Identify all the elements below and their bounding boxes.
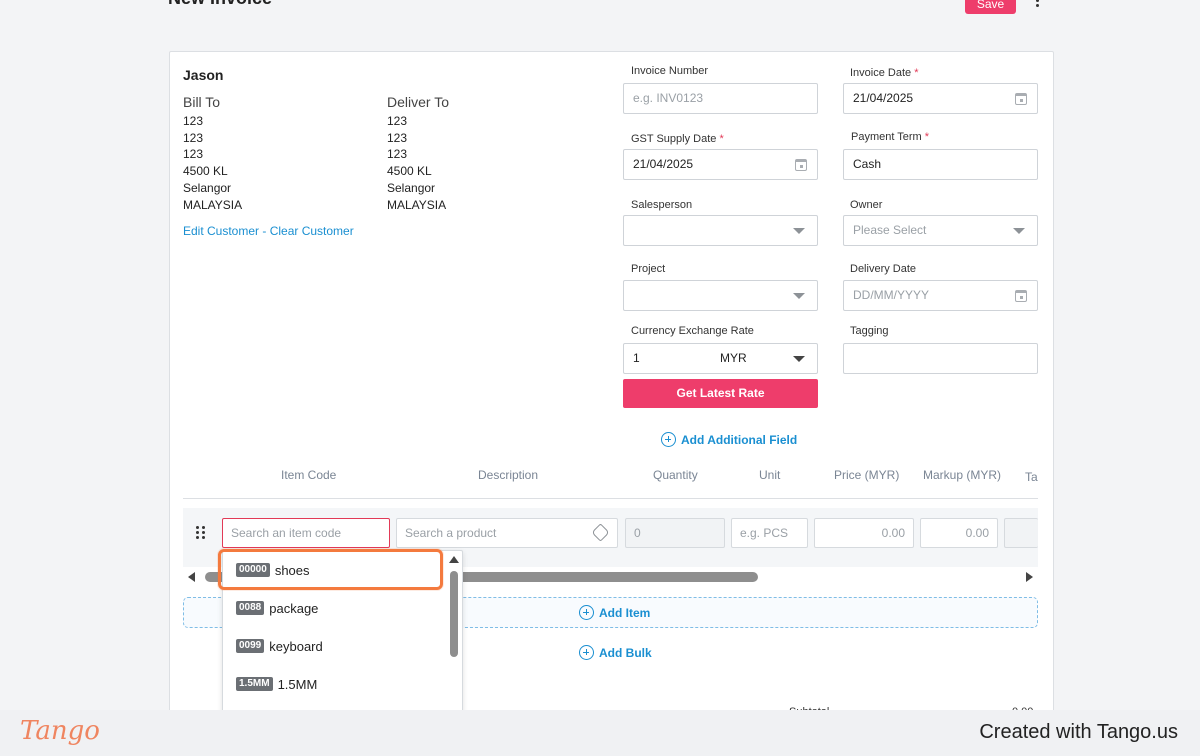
delivery-date-input[interactable]: DD/MM/YYYY bbox=[843, 280, 1038, 311]
deliver-to-heading: Deliver To bbox=[387, 94, 449, 110]
deliver-to-address: Deliver To 123 123 123 4500 KL Selangor … bbox=[387, 93, 449, 213]
column-header-unit: Unit bbox=[759, 468, 781, 482]
tango-logo: Tango bbox=[20, 716, 100, 746]
markup-input[interactable]: 0.00 bbox=[920, 518, 998, 548]
footer-bar: Tango Created with Tango.us bbox=[0, 710, 1200, 756]
column-header-description: Description bbox=[478, 468, 539, 482]
project-label: Project bbox=[631, 263, 666, 275]
save-button[interactable]: Save bbox=[965, 0, 1016, 14]
column-header-price: Price (MYR) bbox=[834, 468, 900, 482]
deliver-to-line: Selangor bbox=[387, 180, 436, 195]
bill-to-line: 123 bbox=[183, 147, 204, 162]
item-name: shoes bbox=[274, 562, 310, 578]
deliver-to-line: 123 bbox=[387, 114, 408, 128]
edit-customer-link[interactable]: Edit Customer bbox=[183, 224, 259, 238]
bill-to-heading: Bill To bbox=[183, 94, 221, 110]
chevron-down-icon bbox=[1013, 228, 1025, 234]
page-title: New Invoice bbox=[168, 0, 272, 9]
table-header-divider bbox=[183, 498, 1038, 499]
project-select[interactable] bbox=[623, 280, 818, 311]
unit-input[interactable]: e.g. PCS bbox=[731, 518, 808, 548]
customer-name: Jason bbox=[183, 67, 224, 83]
owner-label: Owner bbox=[850, 199, 883, 211]
currency-select[interactable]: MYR bbox=[720, 344, 747, 373]
payment-term-input[interactable]: Cash bbox=[843, 149, 1038, 180]
bill-to-line: 4500 KL bbox=[183, 164, 228, 179]
tag-icon[interactable] bbox=[591, 523, 610, 542]
item-name: package bbox=[269, 600, 319, 616]
dropdown-scrollbar-thumb[interactable] bbox=[450, 571, 458, 657]
invoice-number-label: Invoice Number bbox=[631, 65, 709, 77]
delivery-date-label: Delivery Date bbox=[850, 263, 917, 275]
scroll-right-icon[interactable] bbox=[1026, 572, 1033, 582]
scroll-up-icon[interactable] bbox=[449, 556, 459, 563]
item-code-badge: 0088 bbox=[236, 601, 265, 615]
customer-links: Edit Customer - Clear Customer bbox=[183, 224, 354, 238]
bill-to-address: Bill To 123 123 123 4500 KL Selangor MAL… bbox=[183, 93, 242, 213]
quantity-input[interactable]: 0 bbox=[625, 518, 725, 548]
currency-exchange-rate-label: Currency Exchange Rate bbox=[631, 325, 754, 337]
bill-to-line: 123 bbox=[183, 130, 204, 145]
dropdown-option-1-5mm[interactable]: 1.5MM 1.5MM bbox=[223, 666, 449, 702]
item-name: 1.5MM bbox=[277, 676, 318, 692]
deliver-to-line: 123 bbox=[387, 130, 408, 145]
gst-supply-date-label: GST Supply Date * bbox=[631, 133, 724, 145]
link-separator: - bbox=[259, 224, 270, 238]
column-header-tax-clip: Tax bbox=[1025, 468, 1038, 486]
scroll-left-icon[interactable] bbox=[188, 572, 195, 582]
payment-term-label: Payment Term * bbox=[851, 131, 930, 143]
column-header-tax: Tax bbox=[1025, 470, 1038, 484]
bill-to-line: MALAYSIA bbox=[183, 197, 243, 212]
item-name: keyboard bbox=[269, 638, 323, 654]
chevron-down-icon bbox=[793, 228, 805, 234]
item-code-badge: 1.5MM bbox=[236, 677, 273, 691]
item-code-badge: 00000 bbox=[236, 563, 270, 577]
column-header-quantity: Quantity bbox=[653, 468, 698, 482]
dropdown-option-keyboard[interactable]: 0099 keyboard bbox=[223, 628, 449, 664]
dropdown-option-shoes[interactable]: 00000 shoes bbox=[223, 552, 449, 588]
calendar-icon[interactable] bbox=[1015, 93, 1027, 105]
add-item-link[interactable]: Add Item bbox=[579, 605, 650, 620]
salesperson-label: Salesperson bbox=[631, 199, 693, 211]
calendar-icon[interactable] bbox=[795, 159, 807, 171]
chevron-down-icon bbox=[793, 356, 805, 362]
currency-exchange-rate-input[interactable]: 1 MYR bbox=[623, 343, 818, 374]
column-header-markup: Markup (MYR) bbox=[923, 468, 1002, 482]
tagging-label: Tagging bbox=[850, 325, 889, 337]
drag-handle-icon[interactable] bbox=[196, 526, 206, 539]
more-options-icon[interactable] bbox=[1033, 0, 1041, 10]
deliver-to-line: MALAYSIA bbox=[387, 197, 447, 212]
add-additional-field-link[interactable]: Add Additional Field bbox=[661, 432, 797, 447]
owner-select[interactable]: Please Select bbox=[843, 215, 1038, 246]
get-latest-rate-button[interactable]: Get Latest Rate bbox=[623, 379, 818, 408]
invoice-date-input[interactable]: 21/04/2025 bbox=[843, 83, 1038, 114]
plus-circle-icon bbox=[661, 432, 676, 447]
item-code-badge: 0099 bbox=[236, 639, 265, 653]
price-input[interactable]: 0.00 bbox=[814, 518, 914, 548]
tagging-input[interactable] bbox=[843, 343, 1038, 374]
tax-select[interactable] bbox=[1004, 518, 1038, 548]
invoice-number-input[interactable]: e.g. INV0123 bbox=[623, 83, 818, 114]
chevron-down-icon bbox=[793, 293, 805, 299]
product-search-input[interactable]: Search a product bbox=[396, 518, 618, 548]
created-with-text: Created with Tango.us bbox=[979, 721, 1178, 743]
deliver-to-line: 123 bbox=[387, 147, 408, 162]
plus-circle-icon bbox=[579, 645, 594, 660]
item-code-dropdown: 00000 shoes 0088 package 0099 keyboard 1… bbox=[222, 550, 463, 720]
clear-customer-link[interactable]: Clear Customer bbox=[270, 224, 354, 238]
dropdown-option-package[interactable]: 0088 package bbox=[223, 590, 449, 626]
invoice-date-label: Invoice Date * bbox=[850, 67, 919, 79]
deliver-to-line: 4500 KL bbox=[387, 164, 432, 179]
plus-circle-icon bbox=[579, 605, 594, 620]
salesperson-select[interactable] bbox=[623, 215, 818, 246]
calendar-icon[interactable] bbox=[1015, 290, 1027, 302]
add-bulk-link[interactable]: Add Bulk bbox=[579, 645, 652, 660]
bill-to-line: Selangor bbox=[183, 180, 232, 195]
gst-supply-date-input[interactable]: 21/04/2025 bbox=[623, 149, 818, 180]
column-header-item-code: Item Code bbox=[281, 468, 337, 482]
item-code-search-input[interactable]: Search an item code bbox=[222, 518, 390, 548]
bill-to-line: 123 bbox=[183, 114, 204, 128]
dropdown-scrollbar[interactable] bbox=[448, 551, 460, 719]
